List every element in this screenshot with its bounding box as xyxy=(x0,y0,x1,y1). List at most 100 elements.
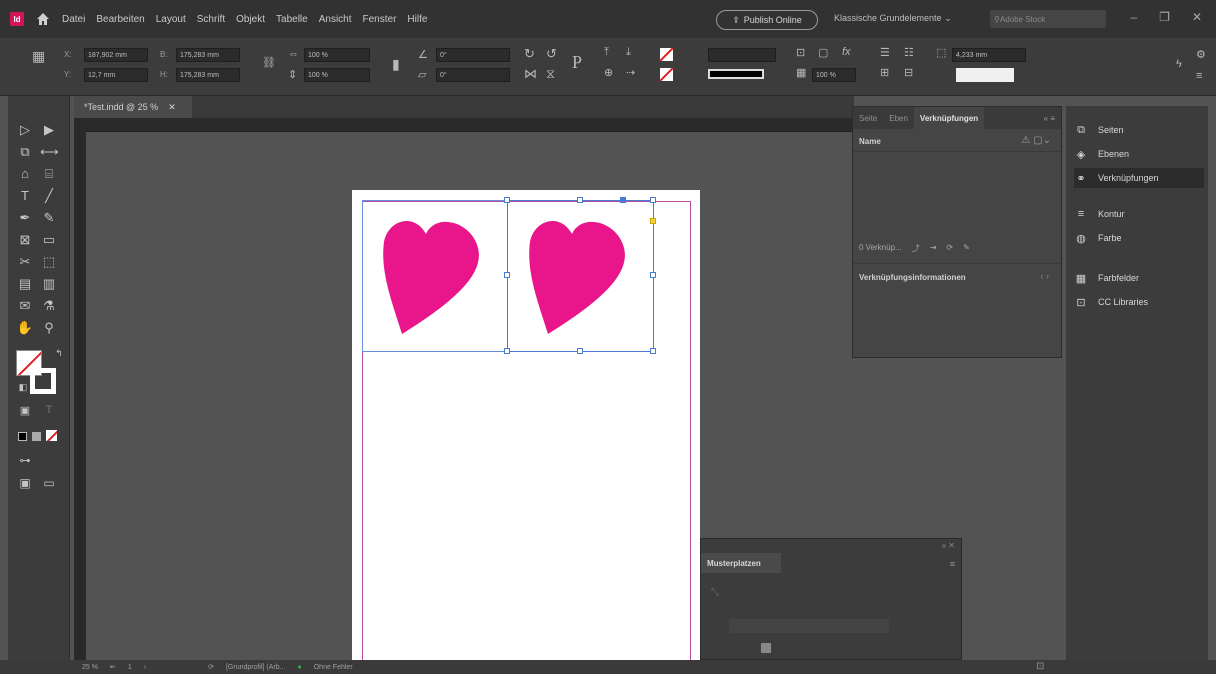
align-top-icon[interactable]: ☰ xyxy=(880,46,890,59)
eyedropper-tool-icon[interactable]: ⚗ xyxy=(40,298,58,314)
document-style[interactable]: [Grundprofil] (Arb... xyxy=(226,664,286,671)
publish-online-button[interactable]: ⇪ Publish Online xyxy=(716,10,818,30)
reference-point-icon[interactable]: ▦ xyxy=(32,48,45,65)
lightning-icon[interactable]: ϟ xyxy=(1176,58,1182,70)
handle-bottom-center[interactable] xyxy=(577,348,583,354)
dock-cc-libraries[interactable]: ⊡ CC Libraries xyxy=(1074,292,1204,312)
document-tab[interactable]: *Test.indd @ 25 % ✕ xyxy=(74,96,192,118)
page-number[interactable]: 1 xyxy=(128,664,132,671)
gear-icon[interactable]: ⚙ xyxy=(1196,48,1206,61)
rectangle-frame-tool-icon[interactable]: ⊠ xyxy=(16,232,34,248)
menu-ansicht[interactable]: Ansicht xyxy=(319,14,352,25)
scale-y-field[interactable]: 100 % xyxy=(304,68,370,82)
constrain-scale-icon[interactable]: ▮ xyxy=(392,56,400,73)
relink-icon[interactable]: ⤴ xyxy=(912,243,920,254)
open-page-icon[interactable]: ⟳ xyxy=(208,663,214,671)
gap-tool-icon[interactable]: ⟷ xyxy=(40,144,59,160)
page-nav-first-icon[interactable]: ⇤ xyxy=(110,663,116,671)
ruler-origin[interactable] xyxy=(74,118,86,132)
menu-datei[interactable]: Datei xyxy=(62,14,85,25)
close-icon[interactable]: ✕ xyxy=(1192,10,1202,24)
y-field[interactable]: 12,7 mm xyxy=(84,68,148,82)
master-name-field[interactable] xyxy=(729,619,889,633)
apply-none-icon[interactable] xyxy=(46,430,57,441)
handle-bottom-left[interactable] xyxy=(504,348,510,354)
x-field[interactable]: 187,902 mm xyxy=(84,48,148,62)
menu-bearbeiten[interactable]: Bearbeiten xyxy=(96,14,144,25)
normal-view-icon[interactable]: ▣ xyxy=(16,476,34,490)
wrap-box-icon[interactable]: ▢ xyxy=(818,46,828,59)
stroke-swatch-icon[interactable] xyxy=(30,368,56,394)
select-next-icon[interactable]: ⇢ xyxy=(626,66,635,79)
scale-x-field[interactable]: 100 % xyxy=(304,48,370,62)
page-nav-next-icon[interactable]: › xyxy=(144,664,146,671)
panel-menu-icon[interactable]: ≡ xyxy=(1196,70,1202,82)
rotate-cw-icon[interactable]: ↻ xyxy=(524,46,535,62)
dock-swatches[interactable]: ▦ Farbfelder xyxy=(1074,268,1204,288)
selection-tool-icon[interactable]: ▷ xyxy=(16,122,34,138)
tab-links[interactable]: Verknüpfungen xyxy=(913,107,985,129)
dock-color[interactable]: ◍ Farbe xyxy=(1074,228,1204,248)
dock-layers[interactable]: ◈ Ebenen xyxy=(1074,144,1204,164)
dock-links[interactable]: ⚭ Verknüpfungen xyxy=(1074,168,1204,188)
flip-horizontal-icon[interactable]: ⋈ xyxy=(524,66,537,82)
close-tab-icon[interactable]: ✕ xyxy=(168,102,176,113)
scissors-tool-icon[interactable]: ✂ xyxy=(16,254,34,270)
view-toggle-icon[interactable]: ⊡ xyxy=(1036,661,1044,672)
align-bottom-icon[interactable]: ⊟ xyxy=(904,66,913,79)
effects-fx-icon[interactable]: fx xyxy=(842,46,851,58)
stroke-none-swatch-icon[interactable] xyxy=(660,68,673,81)
preview-mode-icon[interactable]: ▭ xyxy=(40,476,58,490)
zoom-tool-icon[interactable]: ⚲ xyxy=(40,320,58,336)
panel-menu-icon[interactable]: ≡ xyxy=(950,559,955,569)
dock-pages[interactable]: ⧉ Seiten xyxy=(1074,120,1204,140)
links-info-header[interactable]: Verknüpfungsinformationen xyxy=(859,273,966,282)
gradient-feather-tool-icon[interactable]: ▥ xyxy=(40,276,58,292)
content-grabber-handle[interactable] xyxy=(620,197,626,203)
edit-original-icon[interactable]: ✎ xyxy=(963,243,970,254)
master-checkbox[interactable] xyxy=(761,643,771,653)
select-container-icon[interactable]: ⤒ xyxy=(604,46,609,59)
selected-graphic-frame[interactable] xyxy=(507,200,654,352)
content-placer-icon[interactable]: ⌸ xyxy=(40,166,58,182)
formatting-container-icon[interactable]: ▣ xyxy=(16,404,34,417)
apply-color-icon[interactable] xyxy=(18,432,27,441)
tab-layers[interactable]: Eben xyxy=(883,107,914,129)
menu-fenster[interactable]: Fenster xyxy=(363,14,397,25)
align-middle-icon[interactable]: ☷ xyxy=(904,46,914,59)
handle-top-right[interactable] xyxy=(650,197,656,203)
content-collector-icon[interactable]: ⌂ xyxy=(16,166,34,181)
color-swatch-white[interactable] xyxy=(956,68,1014,82)
opacity-field[interactable]: 100 % xyxy=(812,68,856,82)
apply-gradient-icon[interactable] xyxy=(32,432,41,441)
rectangle-tool-icon[interactable]: ▭ xyxy=(40,232,58,248)
flip-vertical-icon[interactable]: ⧖ xyxy=(546,66,555,82)
handle-middle-right[interactable] xyxy=(650,272,656,278)
page-tool-icon[interactable]: ⧉ xyxy=(16,144,34,160)
menu-schrift[interactable]: Schrift xyxy=(197,14,225,25)
free-transform-tool-icon[interactable]: ⬚ xyxy=(40,254,58,270)
panel-close-icon[interactable]: « ✕ xyxy=(942,541,955,550)
fill-dropdown[interactable] xyxy=(708,48,776,62)
w-field[interactable]: 175,283 mm xyxy=(176,48,240,62)
h-field[interactable]: 175,283 mm xyxy=(176,68,240,82)
go-to-link-icon[interactable]: ⇥ xyxy=(930,243,937,254)
type-tool-icon[interactable]: T xyxy=(16,188,34,203)
stroke-type-swatch[interactable] xyxy=(708,69,764,79)
live-corners-handle[interactable] xyxy=(650,218,656,224)
fill-none-swatch-icon[interactable] xyxy=(660,48,673,61)
dock-stroke[interactable]: ≡ Kontur xyxy=(1074,204,1204,224)
menu-hilfe[interactable]: Hilfe xyxy=(407,14,427,25)
preflight-status[interactable]: Ohne Fehler xyxy=(314,664,353,671)
select-content-icon[interactable]: ⤓ xyxy=(626,46,631,59)
line-tool-icon[interactable]: ╱ xyxy=(40,188,58,204)
rotate-ccw-icon[interactable]: ↺ xyxy=(546,46,557,62)
handle-top-center[interactable] xyxy=(577,197,583,203)
constrain-proportions-icon[interactable]: ⛓ xyxy=(262,56,276,69)
screen-mode-icon[interactable]: ⊶ xyxy=(16,454,34,467)
restore-icon[interactable]: ❐ xyxy=(1159,10,1170,24)
distribute-icon[interactable]: ⊞ xyxy=(880,66,889,79)
hand-tool-icon[interactable]: ✋ xyxy=(16,320,34,336)
wrap-none-icon[interactable]: ⊡ xyxy=(796,46,805,59)
shear-field[interactable]: 0° xyxy=(436,68,510,82)
